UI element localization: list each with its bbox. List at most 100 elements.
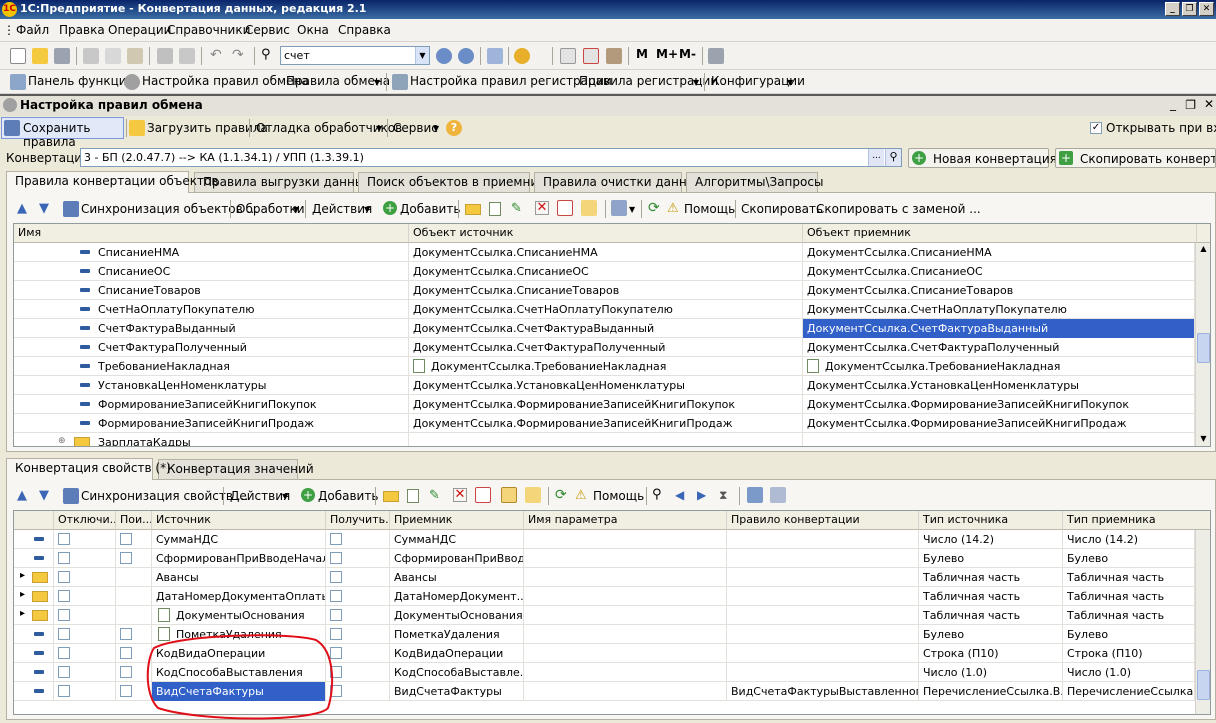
conversion-field[interactable]: 3 - БП (2.0.47.7) --> КА (1.1.34.1) / УП…: [80, 148, 902, 167]
nav-left-icon[interactable]: ◀: [675, 488, 684, 502]
move-down-icon[interactable]: ▼: [39, 201, 49, 216]
chevron-down-icon[interactable]: ▼: [433, 124, 439, 133]
column-header-target-type[interactable]: Тип приемника: [1063, 511, 1210, 530]
redo-icon[interactable]: ↷: [232, 47, 244, 63]
scroll-up-icon[interactable]: ▲: [1197, 244, 1210, 257]
disabled-checkbox[interactable]: [58, 666, 70, 678]
memory-plus-button[interactable]: M+: [656, 47, 678, 61]
chevron-down-icon[interactable]: ▼: [376, 124, 382, 133]
table-row[interactable]: СписаниеТоваров ДокументСсылка.СписаниеТо…: [14, 281, 1195, 300]
get-checkbox[interactable]: [330, 533, 342, 545]
info-icon[interactable]: [514, 48, 530, 64]
menu-windows[interactable]: Окна: [297, 23, 329, 37]
form-restore-icon[interactable]: ❐: [1185, 98, 1196, 112]
sync-objects-button[interactable]: Синхронизация объектов ...: [81, 202, 258, 216]
select-dots-button[interactable]: ...: [868, 149, 884, 166]
chevron-down-icon[interactable]: ▼: [282, 492, 288, 501]
copy-item-icon[interactable]: [489, 202, 501, 216]
find-prev-icon[interactable]: [458, 48, 474, 64]
scroll-thumb[interactable]: [1197, 333, 1210, 363]
get-checkbox[interactable]: [330, 666, 342, 678]
move-up-icon[interactable]: ▲: [17, 201, 27, 216]
table-row[interactable]: СписаниеНМА ДокументСсылка.СписаниеНМА Док…: [14, 243, 1195, 262]
table-row[interactable]: ФормированиеЗаписейКнигиПродаж ДокументСс…: [14, 414, 1195, 433]
paste-icon[interactable]: [127, 48, 143, 64]
minimize-icon[interactable]: _: [1165, 2, 1180, 16]
add-button[interactable]: Добавить: [318, 489, 378, 503]
table-row[interactable]: СчетФактураВыданный ДокументСсылка.СчетФа…: [14, 319, 1195, 338]
table-row[interactable]: СформированПриВводеНачал... СформированПр…: [14, 549, 1195, 568]
disabled-checkbox[interactable]: [58, 647, 70, 659]
find-next-icon[interactable]: [436, 48, 452, 64]
column-header-conversion-rule[interactable]: Правило конвертации: [727, 511, 919, 530]
delete-icon[interactable]: ✕: [535, 201, 549, 215]
restore-icon[interactable]: ❐: [1182, 2, 1197, 16]
nav-right-icon[interactable]: ▶: [697, 488, 706, 502]
help-icon[interactable]: ?: [446, 120, 462, 136]
copy-item-icon[interactable]: [407, 489, 419, 503]
get-checkbox[interactable]: [330, 628, 342, 640]
move-up-icon[interactable]: ▲: [17, 488, 27, 503]
search-checkbox[interactable]: [120, 647, 132, 659]
windows-icon[interactable]: [487, 48, 503, 64]
new-document-icon[interactable]: [10, 48, 26, 64]
table-row[interactable]: ФормированиеЗаписейКнигиПокупок ДокументС…: [14, 395, 1195, 414]
toggle-disabled-icon[interactable]: [475, 487, 491, 503]
uncheck-all-icon[interactable]: [770, 487, 786, 503]
search-checkbox[interactable]: [120, 552, 132, 564]
table-row[interactable]: ⊕ ЗарплатаКадры: [14, 433, 1195, 446]
table-row[interactable]: СуммаНДС СуммаНДС Число (14.2) Число (14.2): [14, 530, 1195, 549]
table-row[interactable]: ▸ ДатаНомерДокументаОплаты ДатаНомерДокуме…: [14, 587, 1195, 606]
search-input[interactable]: счет ▼: [280, 46, 430, 65]
tools-icon[interactable]: [708, 48, 724, 64]
new-conversion-button[interactable]: + Новая конвертация ...: [908, 148, 1072, 168]
table-row[interactable]: ПометкаУдаления ПометкаУдаления Булево Буле…: [14, 625, 1195, 644]
service-menu[interactable]: Сервис: [393, 121, 438, 135]
filter-clear-icon[interactable]: [525, 487, 541, 503]
column-header-disabled[interactable]: Отключи...: [54, 511, 116, 530]
hourglass-icon[interactable]: ⧗: [719, 488, 727, 503]
disabled-checkbox[interactable]: [58, 590, 70, 602]
users-icon[interactable]: [606, 48, 622, 64]
search-icon[interactable]: ⚲: [652, 487, 662, 502]
scroll-down-icon[interactable]: ▼: [1197, 434, 1210, 446]
open-folder-icon[interactable]: [32, 48, 48, 64]
calculator-icon[interactable]: [560, 48, 576, 64]
memory-button[interactable]: M: [636, 47, 648, 61]
scroll-thumb[interactable]: [1197, 670, 1210, 700]
help-button[interactable]: Помощь: [593, 489, 644, 503]
column-header-get[interactable]: Получить...: [326, 511, 390, 530]
table-row[interactable]: КодСпособаВыставления КодСпособаВыставле.…: [14, 663, 1195, 682]
table-row[interactable]: КодВидаОперации КодВидаОперации Строка (П1…: [14, 644, 1195, 663]
form-close-icon[interactable]: ✕: [1204, 97, 1214, 111]
expand-icon[interactable]: ▸: [20, 589, 25, 600]
column-header-source[interactable]: Объект источник: [409, 224, 803, 243]
chevron-down-icon[interactable]: ▼: [374, 78, 380, 87]
get-checkbox[interactable]: [330, 685, 342, 697]
column-header-param-name[interactable]: Имя параметра: [524, 511, 727, 530]
check-all-icon[interactable]: [747, 487, 763, 503]
search-checkbox[interactable]: [120, 666, 132, 678]
view-icon[interactable]: [611, 200, 627, 216]
undo-icon[interactable]: ↶: [210, 47, 222, 63]
cut-icon[interactable]: [83, 48, 99, 64]
chevron-down-icon[interactable]: ▼: [293, 205, 299, 214]
search-checkbox[interactable]: [120, 533, 132, 545]
filter-icon[interactable]: [501, 487, 517, 503]
column-header-name[interactable]: Имя: [14, 224, 409, 243]
add-folder-icon[interactable]: [383, 491, 399, 502]
filter-icon[interactable]: [581, 200, 597, 216]
edit-pencil-icon[interactable]: ✎: [511, 201, 522, 216]
column-header-source-type[interactable]: Тип источника: [919, 511, 1063, 530]
column-header-search[interactable]: Пои...: [116, 511, 152, 530]
expand-icon[interactable]: ▸: [20, 570, 25, 581]
column-header-target[interactable]: Объект приемник: [803, 224, 1197, 243]
tab-algorithms-queries[interactable]: Алгоритмы\Запросы: [686, 172, 823, 192]
refresh-icon[interactable]: ⟳: [555, 487, 567, 503]
object-grid-scrollbar[interactable]: ▲ ▼: [1195, 243, 1210, 446]
tab-data-export-rules[interactable]: Правила выгрузки данных: [194, 172, 371, 192]
menu-operations[interactable]: Операции: [108, 23, 171, 37]
chevron-down-icon[interactable]: ▼: [364, 205, 370, 214]
close-icon[interactable]: ✕: [1199, 2, 1214, 16]
chevron-down-icon[interactable]: ▼: [693, 78, 699, 87]
